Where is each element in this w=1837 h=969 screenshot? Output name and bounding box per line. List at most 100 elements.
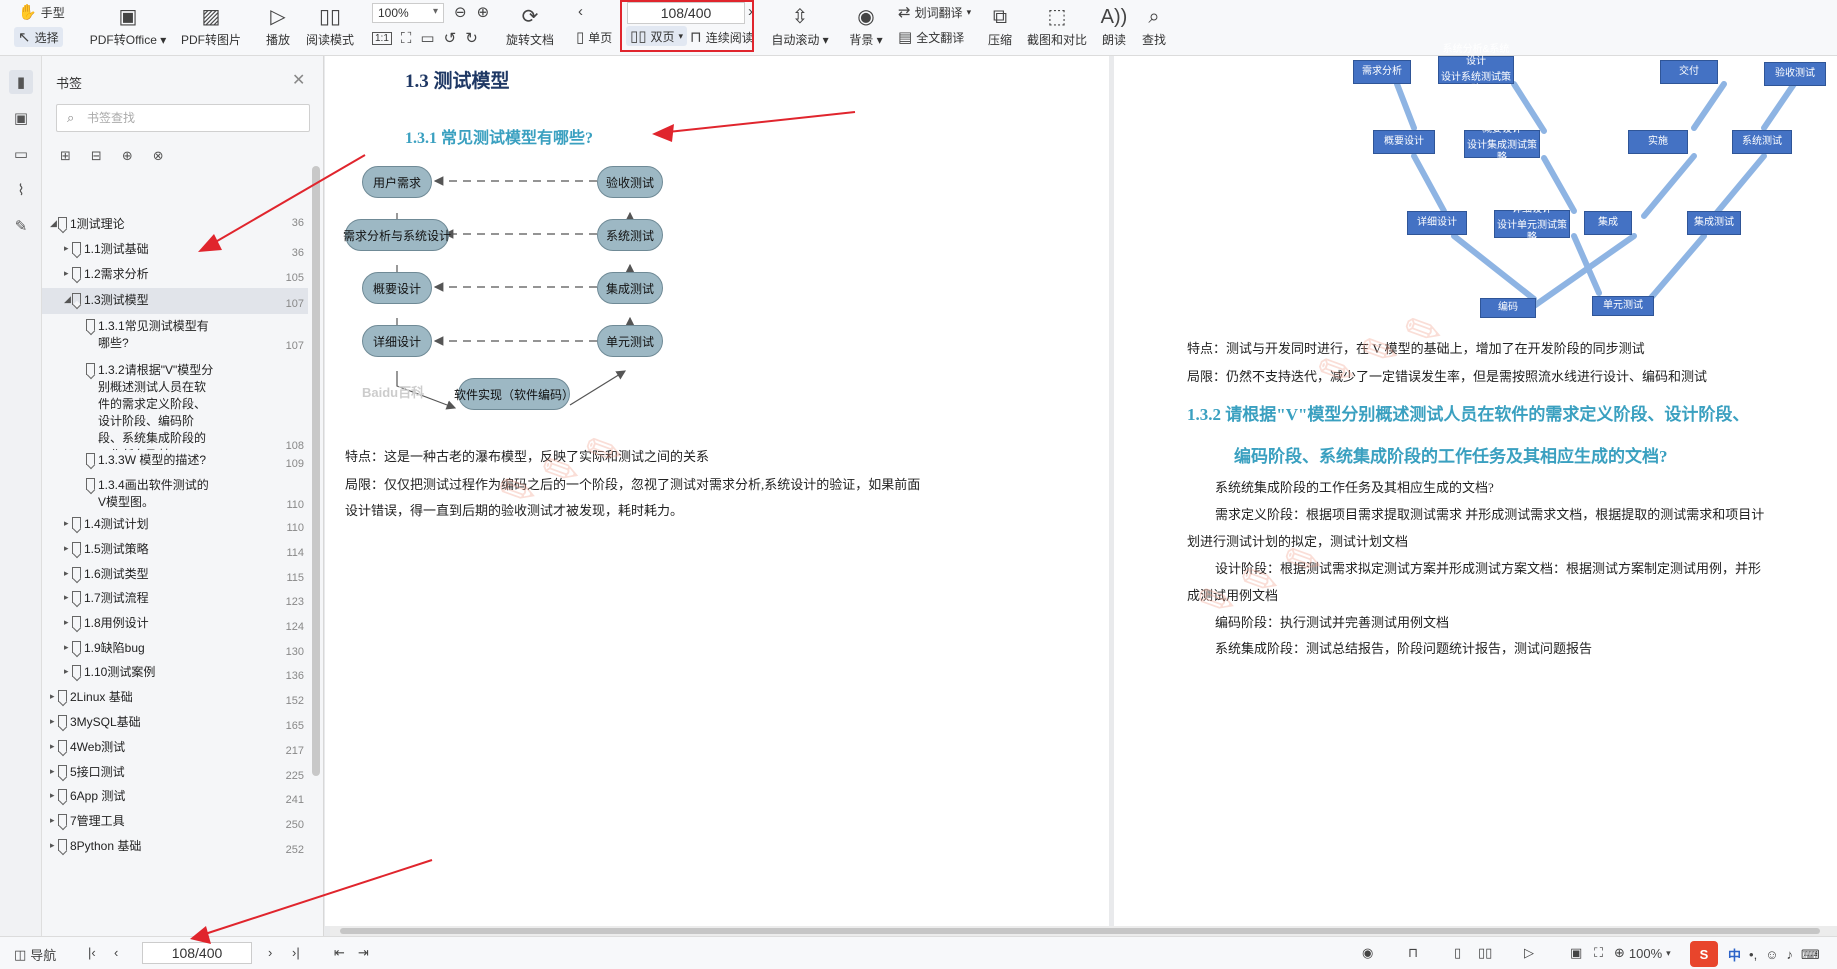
- single-view-button[interactable]: ▯: [1454, 945, 1461, 961]
- bookmark-item[interactable]: 1.3.4画出软件测试的V模型图。 110: [42, 477, 308, 515]
- collapsed-icon[interactable]: ▸: [64, 592, 69, 603]
- zoom-in-icon[interactable]: ⊕: [477, 3, 490, 21]
- bookmark-item[interactable]: ◢ 1测试理论 36: [42, 216, 308, 238]
- bookmark-item[interactable]: ▸ 4Web测试 217: [42, 739, 308, 761]
- ime-logo-icon[interactable]: S: [1690, 941, 1718, 967]
- bookmark-item[interactable]: 1.3.2请根据"V"模型分别概述测试人员在软件的需求定义阶段、设计阶段、编码阶…: [42, 362, 308, 452]
- bookmark-item[interactable]: ▸ 1.10测试案例 136: [42, 664, 308, 686]
- signature-icon[interactable]: ✎: [9, 214, 33, 238]
- bookmark-item[interactable]: ▸ 1.5测试策略 114: [42, 541, 308, 563]
- collapsed-icon[interactable]: ▸: [64, 543, 69, 554]
- bookmark-item[interactable]: ▸ 8Python 基础 252: [42, 838, 308, 860]
- page-number-input[interactable]: 108/400: [142, 942, 252, 964]
- microphone-icon[interactable]: ♪: [1786, 947, 1793, 962]
- collapsed-icon[interactable]: ▸: [64, 243, 69, 254]
- play-button[interactable]: ▷ 播放: [258, 2, 298, 52]
- bookmark-item[interactable]: ▸ 1.2需求分析 105: [42, 266, 308, 288]
- collapsed-icon[interactable]: ▸: [64, 642, 69, 653]
- eye-protect-button[interactable]: ◉: [1362, 945, 1373, 961]
- rotate-right-icon[interactable]: ↻: [465, 29, 478, 47]
- chinese-mode-icon[interactable]: 中: [1728, 945, 1741, 964]
- screenshot-compare-button[interactable]: ⬚ 截图和对比: [1024, 2, 1090, 52]
- emoji-icon[interactable]: ☺: [1765, 947, 1778, 962]
- actual-size-button[interactable]: ▣: [1570, 945, 1582, 961]
- bookmark-panel-icon[interactable]: ▮: [9, 70, 33, 94]
- auto-scroll-button[interactable]: ⇳ 自动滚动 ▾: [770, 2, 830, 52]
- bookmark-item[interactable]: ▸ 1.8用例设计 124: [42, 615, 308, 637]
- bookmark-item[interactable]: 1.3.1常见测试模型有哪些? 107: [42, 318, 308, 356]
- collapsed-icon[interactable]: ▸: [50, 691, 55, 702]
- zoom-select[interactable]: ⊕ 100% ▾: [1614, 945, 1671, 961]
- back-button[interactable]: ⇤: [334, 945, 345, 961]
- collapsed-icon[interactable]: ▸: [64, 666, 69, 677]
- rotate-document-button[interactable]: ⟳ 旋转文档: [502, 2, 558, 52]
- word-translate-button[interactable]: ⇄ 划词翻译 ▾: [898, 3, 971, 21]
- bookmark-item[interactable]: ▸ 1.4测试计划 110: [42, 516, 308, 538]
- fit-width-icon[interactable]: ▭: [420, 29, 434, 47]
- navigation-toggle[interactable]: ◫ 导航: [14, 945, 56, 964]
- delete-bookmark-icon[interactable]: ⊗: [153, 148, 164, 164]
- collapsed-icon[interactable]: ▸: [50, 815, 55, 826]
- bookmark-item[interactable]: ▸ 7管理工具 250: [42, 813, 308, 835]
- bookmark-item[interactable]: ▸ 5接口测试 225: [42, 764, 308, 786]
- collapsed-icon[interactable]: ▸: [50, 766, 55, 777]
- prev-page-button[interactable]: ‹: [114, 945, 118, 960]
- collapse-all-icon[interactable]: ⊟: [91, 148, 102, 164]
- bookmark-item[interactable]: ▸ 1.7测试流程 123: [42, 590, 308, 612]
- bookmark-item[interactable]: ▸ 6App 测试 241: [42, 788, 308, 810]
- first-page-button[interactable]: |‹: [88, 945, 96, 960]
- next-page-button[interactable]: ›: [268, 945, 272, 960]
- horizontal-scrollbar[interactable]: [330, 926, 1837, 936]
- pdf-to-office-button[interactable]: ▣ PDF转Office ▾: [88, 2, 168, 52]
- collapsed-icon[interactable]: ▸: [64, 268, 69, 279]
- attachment-icon[interactable]: ⌇: [9, 178, 33, 202]
- play-button[interactable]: ▷: [1524, 945, 1534, 961]
- expanded-icon[interactable]: ◢: [64, 294, 71, 305]
- punctuation-icon[interactable]: •,: [1749, 947, 1757, 962]
- forward-button[interactable]: ⇥: [358, 945, 369, 961]
- pdf-to-image-button[interactable]: ▨ PDF转图片: [176, 2, 246, 52]
- collapsed-icon[interactable]: ▸: [50, 741, 55, 752]
- rotate-left-icon[interactable]: ↺: [444, 29, 457, 47]
- bookmark-item-selected[interactable]: ◢ 1.3测试模型 107: [42, 288, 308, 314]
- bookmark-item[interactable]: ▸ 2Linux 基础 152: [42, 689, 308, 711]
- bookmark-item[interactable]: ▸ 1.6测试类型 115: [42, 566, 308, 588]
- fit-page-button[interactable]: ⛶: [1594, 945, 1603, 961]
- expand-all-icon[interactable]: ⊞: [60, 148, 71, 164]
- bookmark-item[interactable]: ▸ 3MySQL基础 165: [42, 714, 308, 736]
- read-aloud-button[interactable]: A)) 朗读: [1096, 2, 1132, 52]
- bookmark-item[interactable]: ▸ 1.1测试基础 36: [42, 241, 308, 263]
- double-view-button[interactable]: ▯▯: [1478, 945, 1492, 961]
- collapsed-icon[interactable]: ▸: [64, 617, 69, 628]
- bookmark-item[interactable]: 1.3.3W 模型的描述? 109: [42, 452, 308, 474]
- panel-scrollbar[interactable]: [312, 166, 320, 776]
- add-bookmark-icon[interactable]: ⊕: [122, 148, 133, 164]
- prev-page-button[interactable]: ‹: [578, 3, 583, 20]
- keyboard-icon[interactable]: ⌨: [1801, 947, 1820, 963]
- collapsed-icon[interactable]: ▸: [50, 716, 55, 727]
- collapsed-icon[interactable]: ▸: [50, 840, 55, 851]
- select-tool-button[interactable]: ↖ 选择: [14, 27, 63, 47]
- zoom-select[interactable]: 100% ▾: [372, 3, 444, 23]
- thumbnail-icon[interactable]: ▣: [9, 106, 33, 130]
- close-icon[interactable]: ✕: [292, 70, 305, 90]
- read-mode-button[interactable]: ▯▯ 阅读模式: [302, 2, 358, 52]
- continuous-view-button[interactable]: ⊓: [1408, 945, 1418, 961]
- full-translate-button[interactable]: ▤ 全文翻译: [898, 28, 964, 46]
- hand-tool-button[interactable]: ✋ 手型: [18, 3, 65, 21]
- fit-page-icon[interactable]: ⛶: [401, 30, 412, 47]
- bookmark-search-input[interactable]: [87, 109, 297, 127]
- collapsed-icon[interactable]: ▸: [50, 790, 55, 801]
- background-button[interactable]: ◉ 背景 ▾: [846, 2, 886, 52]
- compress-button[interactable]: ⧉ 压缩: [982, 2, 1018, 52]
- collapsed-icon[interactable]: ▸: [64, 518, 69, 529]
- collapsed-icon[interactable]: ▸: [64, 568, 69, 579]
- last-page-button[interactable]: ›|: [292, 945, 300, 960]
- comment-icon[interactable]: ▭: [9, 142, 33, 166]
- bookmark-item[interactable]: ▸ 1.9缺陷bug 130: [42, 640, 308, 662]
- find-button[interactable]: ⌕ 查找: [1136, 2, 1172, 52]
- expanded-icon[interactable]: ◢: [50, 218, 57, 229]
- actual-size-button[interactable]: 1:1: [372, 31, 392, 45]
- single-page-button[interactable]: ▯ 单页: [576, 28, 612, 46]
- zoom-out-icon[interactable]: ⊖: [454, 3, 467, 21]
